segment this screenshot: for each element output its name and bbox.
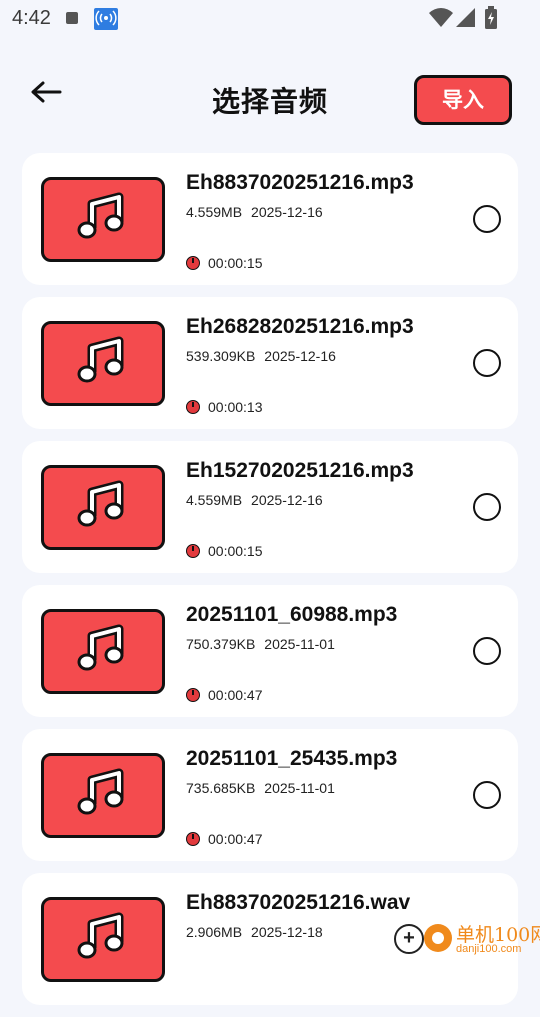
music-note-icon [77,192,124,239]
duration-value: 00:00:47 [208,687,263,703]
file-duration: 00:00:47 [186,687,263,703]
list-item[interactable]: 20251101_60988.mp3 750.379KB 2025-11-01 0… [22,585,518,717]
file-size: 2.906MB [186,924,243,940]
music-note-icon [77,480,124,527]
list-item[interactable]: 20251101_25435.mp3 735.685KB 2025-11-01 0… [22,729,518,861]
duration-value: 00:00:15 [208,255,263,271]
import-button[interactable]: 导入 [414,75,512,125]
select-radio[interactable] [473,781,501,809]
duration-value: 00:00:13 [208,399,263,415]
notification-square-icon [66,12,78,24]
audio-thumbnail [41,753,165,838]
file-name: 20251101_25435.mp3 [186,747,398,770]
file-duration: 00:00:47 [186,831,263,847]
file-meta: 4.559MB 2025-12-16 [186,204,323,220]
audio-thumbnail [41,609,165,694]
audio-thumbnail [41,177,165,262]
select-radio[interactable] [473,205,501,233]
file-name: Eh2682820251216.mp3 [186,315,414,338]
plus-icon: + [394,924,424,954]
music-note-icon [77,336,124,383]
file-date: 2025-12-16 [251,492,323,508]
clock-icon [186,544,200,558]
music-note-icon [77,912,124,959]
file-date: 2025-11-01 [264,780,335,796]
file-date: 2025-12-18 [251,924,323,940]
music-note-icon [77,624,124,671]
select-radio[interactable] [473,637,501,665]
file-name: 20251101_60988.mp3 [186,603,398,626]
status-time: 4:42 [12,7,51,29]
audio-file-list: Eh8837020251216.mp3 4.559MB 2025-12-16 00… [22,153,518,1017]
clock-icon [186,256,200,270]
clock-icon [186,400,200,414]
file-duration: 00:00:13 [186,399,263,415]
file-date: 2025-12-16 [264,348,336,364]
clock-icon [186,688,200,702]
file-meta: 539.309KB 2025-12-16 [186,348,336,364]
header: 选择音频 导入 [0,60,540,130]
file-meta: 750.379KB 2025-11-01 [186,636,335,652]
file-meta: 2.906MB 2025-12-18 [186,924,323,940]
file-size: 4.559MB [186,204,243,220]
select-radio[interactable] [473,493,501,521]
watermark: + 单机100网 danji100.com [390,918,540,960]
audio-thumbnail [41,465,165,550]
clock-icon [186,832,200,846]
file-date: 2025-12-16 [251,204,323,220]
watermark-subtitle: danji100.com [456,943,522,955]
audio-thumbnail [41,897,165,982]
file-meta: 735.685KB 2025-11-01 [186,780,335,796]
list-item[interactable]: Eh8837020251216.mp3 4.559MB 2025-12-16 00… [22,153,518,285]
file-size: 735.685KB [186,780,256,796]
file-date: 2025-11-01 [264,636,335,652]
file-duration: 00:00:15 [186,543,263,559]
duration-value: 00:00:15 [208,543,263,559]
battery-icon [484,6,498,35]
file-size: 4.559MB [186,492,243,508]
select-radio[interactable] [473,349,501,377]
file-name: Eh1527020251216.mp3 [186,459,414,482]
file-size: 750.379KB [186,636,256,652]
file-size: 539.309KB [186,348,256,364]
watermark-logo-icon [424,924,452,952]
file-duration: 00:00:15 [186,255,263,271]
music-note-icon [77,768,124,815]
list-item[interactable]: Eh2682820251216.mp3 539.309KB 2025-12-16 … [22,297,518,429]
file-name: Eh8837020251216.mp3 [186,171,414,194]
file-meta: 4.559MB 2025-12-16 [186,492,323,508]
hotspot-icon [94,8,118,30]
status-bar: 4:42 [0,0,540,36]
duration-value: 00:00:47 [208,831,263,847]
signal-icon [456,8,476,33]
file-name: Eh8837020251216.wav [186,891,411,914]
list-item[interactable]: Eh1527020251216.mp3 4.559MB 2025-12-16 00… [22,441,518,573]
wifi-icon [429,8,453,33]
audio-thumbnail [41,321,165,406]
